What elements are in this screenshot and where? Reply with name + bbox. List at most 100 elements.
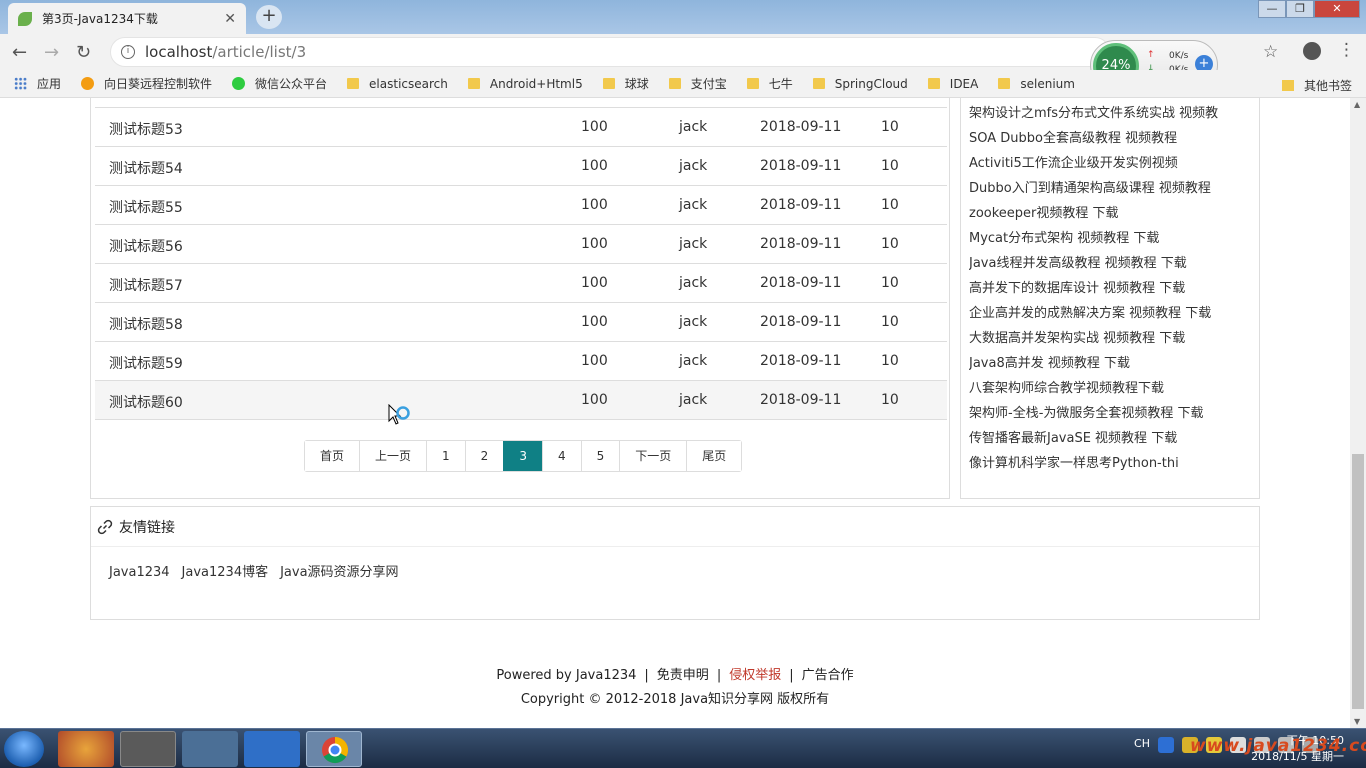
article-title[interactable]: 测试标题59 bbox=[109, 353, 183, 373]
sidebar-link[interactable]: zookeeper视频教程 下载 bbox=[969, 201, 1249, 226]
sidebar-link[interactable]: 传智播客最新JavaSE 视频教程 下载 bbox=[969, 426, 1249, 451]
article-title[interactable]: 测试标题55 bbox=[109, 197, 183, 217]
article-title[interactable]: 测试标题58 bbox=[109, 314, 183, 334]
other-bookmarks[interactable]: 其他书签 bbox=[1281, 77, 1352, 94]
start-button[interactable] bbox=[4, 731, 44, 767]
back-arrow-icon[interactable]: ← bbox=[12, 42, 27, 63]
ads-link[interactable]: 广告合作 bbox=[802, 668, 854, 683]
pagination-item[interactable]: 1 bbox=[426, 441, 465, 471]
pagination-item[interactable]: 5 bbox=[580, 441, 620, 471]
folder-icon bbox=[746, 78, 759, 89]
article-count: 10 bbox=[881, 275, 899, 291]
sidebar-link[interactable]: 架构设计之mfs分布式文件系统实战 视频教 bbox=[969, 101, 1249, 126]
sidebar-link[interactable]: Java8高并发 视频教程 下载 bbox=[969, 351, 1249, 376]
article-title[interactable]: 测试标题54 bbox=[109, 158, 183, 178]
table-row[interactable]: 测试标题54 100 jack 2018-09-11 10 bbox=[95, 147, 947, 186]
table-row[interactable]: 测试标题56 100 jack 2018-09-11 10 bbox=[95, 225, 947, 264]
article-title[interactable]: 测试标题57 bbox=[109, 275, 183, 295]
pagination-item[interactable]: 2 bbox=[464, 441, 504, 471]
article-author: jack bbox=[679, 197, 708, 213]
article-title[interactable]: 测试标题56 bbox=[109, 236, 183, 256]
info-icon[interactable]: i bbox=[121, 45, 135, 59]
table-row[interactable]: 测试标题58 100 jack 2018-09-11 10 bbox=[95, 303, 947, 342]
article-title[interactable]: 测试标题52 bbox=[109, 98, 183, 100]
folder-icon bbox=[1281, 80, 1294, 91]
article-title[interactable]: 测试标题60 bbox=[109, 392, 183, 412]
table-row[interactable]: 测试标题60 100 jack 2018-09-11 10 bbox=[95, 381, 947, 420]
pagination-item[interactable]: 尾页 bbox=[686, 441, 742, 471]
sidebar-link[interactable]: Activiti5工作流企业级开发实例视频 bbox=[969, 151, 1249, 176]
bookmark-item[interactable]: SpringCloud bbox=[812, 76, 908, 91]
star-icon[interactable]: ☆ bbox=[1263, 42, 1278, 62]
bookmark-item[interactable]: 应用 bbox=[14, 75, 61, 92]
address-bar[interactable]: i localhost/article/list/3 bbox=[110, 37, 1110, 67]
taskbar-app-javaee[interactable] bbox=[120, 731, 176, 767]
article-date: 2018-09-11 bbox=[760, 119, 842, 135]
taskbar-app-dolphin[interactable] bbox=[182, 731, 238, 767]
table-row[interactable]: 测试标题55 100 jack 2018-09-11 10 bbox=[95, 186, 947, 225]
minimize-button[interactable]: — bbox=[1258, 0, 1286, 18]
sidebar-link[interactable]: Mycat分布式架构 视频教程 下载 bbox=[969, 226, 1249, 251]
pagination-item[interactable]: 4 bbox=[541, 441, 581, 471]
maximize-button[interactable]: ❐ bbox=[1286, 0, 1314, 18]
sidebar-link[interactable]: 架构师-全栈-为微服务全套视频教程 下载 bbox=[969, 401, 1249, 426]
account-icon[interactable] bbox=[1303, 42, 1321, 60]
article-author: jack bbox=[679, 158, 708, 174]
scroll-up-icon[interactable]: ▲ bbox=[1354, 100, 1360, 109]
pagination-item[interactable]: 下一页 bbox=[619, 441, 687, 471]
bookmark-item[interactable]: elasticsearch bbox=[347, 77, 448, 91]
input-language[interactable]: CH bbox=[1134, 737, 1150, 753]
sidebar-link[interactable]: 像计算机科学家一样思考Python-thi bbox=[969, 451, 1249, 476]
bookmark-item[interactable]: IDEA bbox=[927, 77, 978, 91]
scrollbar-thumb[interactable] bbox=[1352, 454, 1364, 709]
bookmark-item[interactable]: 七牛 bbox=[746, 75, 793, 92]
table-row[interactable]: 测试标题53 100 jack 2018-09-11 10 bbox=[95, 108, 947, 147]
disclaimer-link[interactable]: 免责申明 bbox=[657, 668, 709, 683]
forward-arrow-icon[interactable]: → bbox=[44, 42, 59, 63]
pagination-item[interactable]: 3 bbox=[503, 441, 542, 471]
bookmark-item[interactable]: 球球 bbox=[602, 75, 649, 92]
bookmark-item[interactable]: Android+Html5 bbox=[467, 77, 583, 91]
menu-icon[interactable]: ⋮ bbox=[1338, 40, 1355, 60]
ime-icon[interactable] bbox=[1158, 737, 1174, 753]
sidebar-link[interactable]: Dubbo入门到精通架构高级课程 视频教程 bbox=[969, 176, 1249, 201]
article-date: 2018-09-11 bbox=[760, 197, 842, 213]
bookmark-item[interactable]: selenium bbox=[998, 77, 1075, 91]
report-link[interactable]: 侵权举报 bbox=[729, 668, 781, 683]
scroll-down-icon[interactable]: ▼ bbox=[1354, 717, 1360, 726]
article-count: 10 bbox=[881, 314, 899, 330]
browser-tab[interactable]: 第3页-Java1234下载 ✕ bbox=[8, 3, 246, 34]
sidebar-link[interactable]: SOA Dubbo全套高级教程 视频教程 bbox=[969, 126, 1249, 151]
taskbar-app-chrome[interactable] bbox=[306, 731, 362, 767]
bookmark-label: elasticsearch bbox=[369, 76, 448, 91]
sidebar-link[interactable]: Java线程并发高级教程 视频教程 下载 bbox=[969, 251, 1249, 276]
pagination-item[interactable]: 首页 bbox=[305, 441, 360, 471]
table-row[interactable]: 测试标题52100jack2018-09-1110 bbox=[95, 98, 947, 108]
sidebar-link[interactable]: 大数据高并发架构实战 视频教程 下载 bbox=[969, 326, 1249, 351]
bookmark-item[interactable]: 支付宝 bbox=[668, 75, 727, 92]
new-tab-button[interactable]: + bbox=[256, 5, 282, 29]
taskbar-app-wps[interactable] bbox=[244, 731, 300, 767]
bookmark-item[interactable]: 向日葵远程控制软件 bbox=[81, 75, 212, 92]
bookmark-item[interactable]: 微信公众平台 bbox=[232, 75, 327, 92]
page-scrollbar[interactable]: ▲ ▼ bbox=[1350, 98, 1366, 728]
window-close-button[interactable]: ✕ bbox=[1314, 0, 1360, 18]
reload-icon[interactable]: ↻ bbox=[76, 42, 91, 63]
pagination-item[interactable]: 上一页 bbox=[359, 441, 427, 471]
friend-link[interactable]: Java1234 bbox=[109, 565, 170, 580]
article-title[interactable]: 测试标题53 bbox=[109, 119, 183, 139]
friend-link[interactable]: Java1234博客 bbox=[182, 565, 269, 580]
powered-by[interactable]: Powered by Java1234 bbox=[496, 668, 636, 683]
sidebar-link[interactable]: 高并发下的数据库设计 视频教程 下载 bbox=[969, 276, 1249, 301]
sidebar-link[interactable]: 八套架构师综合教学视频教程下载 bbox=[969, 376, 1249, 401]
close-icon[interactable]: ✕ bbox=[224, 11, 236, 27]
table-row[interactable]: 测试标题57 100 jack 2018-09-11 10 bbox=[95, 264, 947, 303]
bookmark-label: SpringCloud bbox=[834, 76, 908, 91]
taskbar-app-photos[interactable] bbox=[58, 731, 114, 767]
sidebar-link[interactable]: 企业高并发的成熟解决方案 视频教程 下载 bbox=[969, 301, 1249, 326]
article-author: jack bbox=[679, 392, 708, 408]
table-row[interactable]: 测试标题59 100 jack 2018-09-11 10 bbox=[95, 342, 947, 381]
friend-link[interactable]: Java源码资源分享网 bbox=[280, 565, 398, 580]
site-watermark: www.java1234.com bbox=[1190, 736, 1366, 756]
article-number: 100 bbox=[581, 158, 608, 174]
